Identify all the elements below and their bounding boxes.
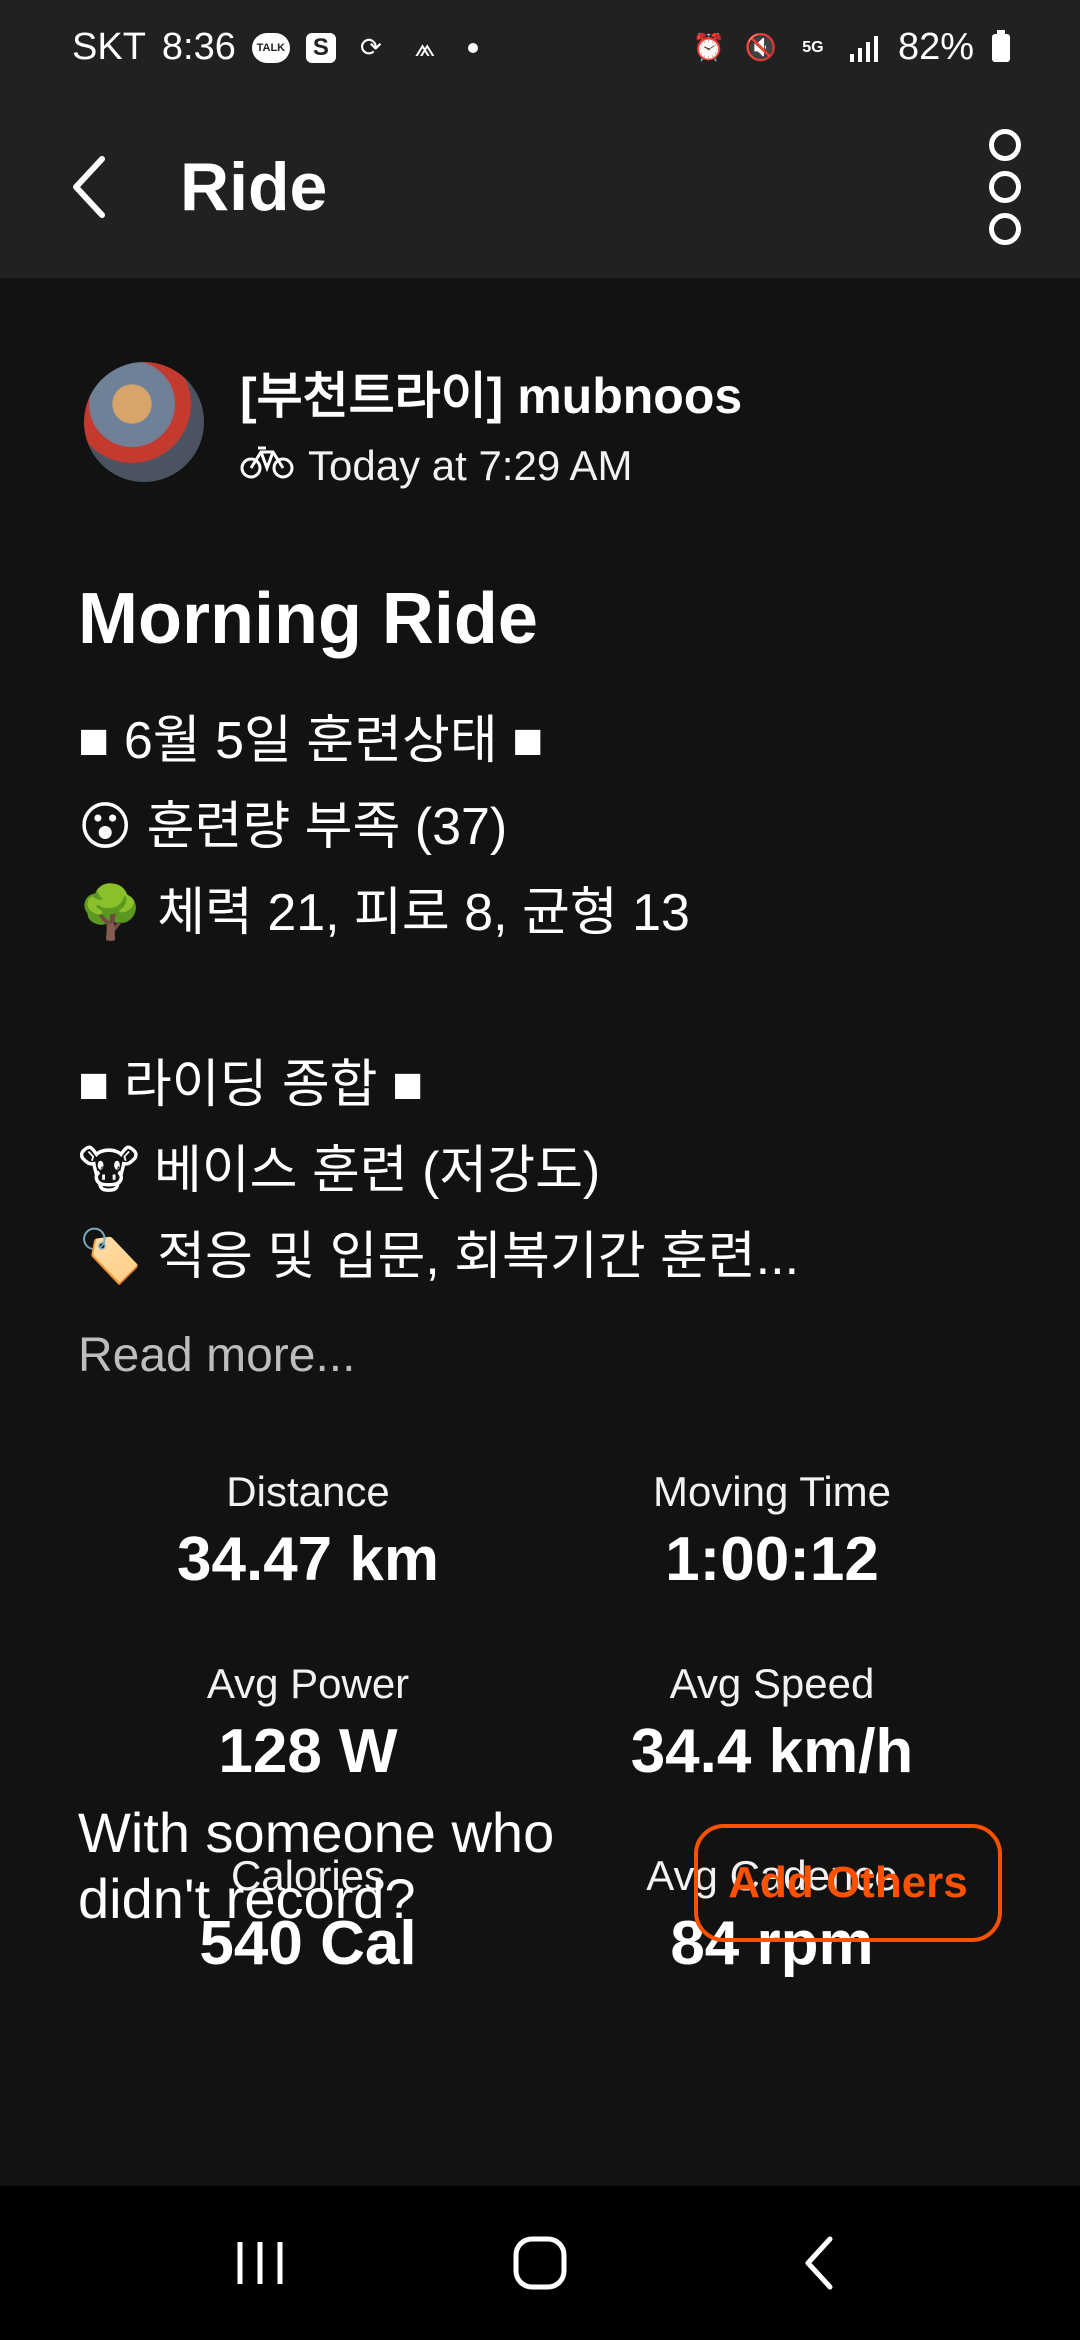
stat-avg-speed: Avg Speed 34.4 km/h [537, 1660, 1007, 1787]
stat-moving-time: Moving Time 1:00:12 [537, 1468, 1007, 1595]
recent-apps-icon[interactable] [200, 2213, 320, 2313]
stat-label: Distance [226, 1468, 390, 1515]
description-line: 🌳 체력 21, 피로 8, 균형 13 [78, 884, 690, 942]
with-others-prompt: With someone who didn't record? [78, 1801, 555, 1930]
stat-label: Moving Time [652, 1468, 892, 1515]
status-bar: SKT 8:36 TALK S ⟳ ⩕ ⏰ 🔇 5G 82% [0, 0, 1080, 95]
add-others-button[interactable]: Add Others [694, 1824, 1002, 1942]
stat-label: Avg Speed [669, 1660, 875, 1707]
clock: 8:36 [161, 26, 236, 68]
stat-avg-power: Avg Power 128 W [73, 1660, 543, 1787]
more-vertical-icon[interactable] [970, 122, 1040, 252]
stat-distance: Distance 34.47 km [73, 1468, 543, 1595]
description-line: ■ 라이딩 종합 ■ [78, 1056, 424, 1114]
sync-icon: ⟳ [359, 32, 382, 62]
activity-description: ■ 6월 5일 훈련상태 ■ 😮 훈련량 부족 (37) 🌳 체력 21, 피로… [78, 698, 1018, 1300]
battery-percent: 82% [897, 26, 974, 68]
battery-icon [992, 29, 1010, 62]
alarm-icon: ⏰ [692, 32, 726, 62]
activity-title: Morning Ride [78, 579, 538, 659]
activity-date-text: Today at 7:29 AM [308, 442, 633, 489]
read-more-link[interactable]: Read more... [78, 1328, 355, 1383]
stat-label: Avg Power [206, 1660, 410, 1707]
system-back-icon[interactable] [760, 2213, 880, 2313]
athlete-header[interactable]: [부천트라이] mubnoos Today at 7:29 AM [84, 362, 742, 490]
signal-icon [846, 29, 884, 67]
stat-value: 34.47 km [177, 1525, 439, 1594]
stat-value: 128 W [218, 1717, 398, 1786]
activity-date: Today at 7:29 AM [240, 442, 742, 490]
stat-value: 34.4 km/h [630, 1717, 914, 1786]
system-nav-bar [0, 2186, 1080, 2340]
description-line: 🐮 베이스 훈련 (저강도) [78, 1142, 601, 1200]
s-app-notification-icon: S [305, 32, 336, 63]
back-arrow-icon[interactable] [60, 147, 120, 227]
app-bar: Ride [0, 95, 1080, 278]
avatar[interactable] [84, 362, 204, 482]
network-type-icon: 5G [802, 38, 824, 56]
bike-icon [240, 442, 294, 490]
description-line [78, 956, 1018, 1042]
description-line: 🏷️ 적응 및 입문, 회복기간 훈련... [78, 1228, 800, 1286]
page-title: Ride [180, 148, 328, 225]
description-line: 😮 훈련량 부족 (37) [78, 798, 508, 856]
athlete-name[interactable]: [부천트라이] mubnoos [240, 366, 742, 426]
strava-notification-icon: ⩕ [414, 31, 436, 62]
carrier-label: SKT [72, 26, 146, 68]
description-line: ■ 6월 5일 훈련상태 ■ [78, 712, 544, 770]
home-icon[interactable] [480, 2213, 600, 2313]
talk-notification-icon: TALK [251, 32, 290, 63]
mute-icon: 🔇 [744, 32, 778, 62]
stat-value: 1:00:12 [665, 1525, 879, 1594]
more-notifications-dot-icon [467, 42, 478, 53]
